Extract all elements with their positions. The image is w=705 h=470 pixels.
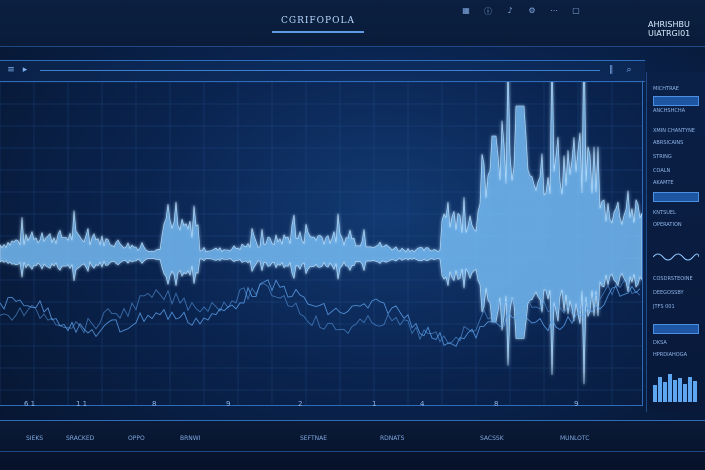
zoom-icon[interactable]: ⌕ [622, 63, 636, 77]
level-bar [668, 374, 672, 402]
panel-field[interactable] [653, 96, 699, 106]
title-underline [272, 31, 364, 33]
pause-icon[interactable]: ∥ [604, 63, 618, 77]
top-icon-bar: ▦ ⓘ ♪ ⚙ ⋯ ▢ [460, 6, 610, 18]
waveform-main [0, 82, 642, 385]
x-tick: 4 [420, 400, 425, 408]
panel-row[interactable]: XMIN CHANTYNE [653, 128, 699, 136]
grid-icon[interactable]: ▦ [460, 6, 472, 18]
footer-item[interactable]: SEFTNAE [300, 435, 327, 442]
footer-divider [0, 451, 705, 452]
level-bar [693, 381, 697, 402]
footer-item[interactable]: SACSSK [480, 435, 504, 442]
level-bar [678, 378, 682, 402]
right-panel: MICHTRAE ANCHSHCHA XMIN CHANTYNE ABRSICA… [646, 72, 705, 412]
x-tick: 2 [298, 400, 303, 408]
panel-field[interactable] [653, 192, 699, 202]
panel-row[interactable]: KNTSUEL [653, 210, 699, 218]
footer-item[interactable]: SIEKS [26, 435, 43, 442]
menu-icon[interactable]: ≡ [4, 63, 18, 77]
panel-field[interactable] [653, 324, 699, 334]
panel-row[interactable]: HPRDIAHOGA [653, 352, 699, 360]
panel-row[interactable]: DKSA [653, 340, 699, 348]
panel-row[interactable]: JTFS 001 [653, 304, 699, 312]
footer-item[interactable]: BRNWI [180, 435, 200, 442]
x-tick: 1 1 [76, 400, 88, 408]
panel-row[interactable]: MICHTRAE [653, 86, 699, 94]
footer-item[interactable]: OPPO [128, 435, 145, 442]
settings-icon[interactable]: ⚙ [526, 6, 538, 18]
x-tick: 8 [494, 400, 499, 408]
level-bar [673, 380, 677, 402]
brand-label: AHRISHBU UIATRGI01 [648, 20, 704, 38]
footer-item[interactable]: RDNATS [380, 435, 404, 442]
waveform-canvas [0, 82, 642, 405]
footer-item[interactable]: SRACKED [66, 435, 94, 442]
timeline-track[interactable] [40, 70, 600, 71]
bell-icon[interactable]: ♪ [504, 6, 516, 18]
app-window: CGRIFOPOLA ▦ ⓘ ♪ ⚙ ⋯ ▢ AHRISHBU UIATRGI0… [0, 0, 705, 470]
x-tick: 6 1 [24, 400, 36, 408]
x-axis: 6 1 1 1 8 9 2 1 4 8 9 [0, 400, 642, 414]
level-meter [653, 372, 699, 402]
info-icon[interactable]: ⓘ [482, 6, 494, 18]
level-bar [683, 384, 687, 402]
x-tick: 9 [226, 400, 231, 408]
panel-row[interactable]: ANCHSHCHA [653, 108, 699, 116]
window-icon[interactable]: ▢ [570, 6, 582, 18]
panel-row[interactable]: ABRSICAINS [653, 140, 699, 148]
top-bar: CGRIFOPOLA ▦ ⓘ ♪ ⚙ ⋯ ▢ AHRISHBU UIATRGI0… [0, 0, 705, 47]
x-tick: 8 [152, 400, 157, 408]
panel-row[interactable]: DEEGOSSBY [653, 290, 699, 298]
footer-bar: SIEKS SRACKED OPPO BRNWI SEFTNAE RDNATS … [0, 420, 705, 470]
level-bar [653, 385, 657, 402]
level-bar [688, 377, 692, 402]
x-tick: 9 [574, 400, 579, 408]
x-tick: 1 [372, 400, 377, 408]
app-title: CGRIFOPOLA [281, 16, 355, 26]
panel-row[interactable]: OPERATION [653, 222, 699, 230]
panel-row[interactable]: COSDRSTEOINE [653, 276, 699, 284]
footer-item[interactable]: MUNLOTC [560, 435, 589, 442]
panel-row[interactable]: COALN [653, 168, 699, 176]
dots-icon[interactable]: ⋯ [548, 6, 560, 18]
waveform-area [0, 82, 642, 385]
level-bar [658, 377, 662, 402]
panel-row[interactable]: STRING [653, 154, 699, 162]
level-bar [663, 382, 667, 402]
mini-waveform-icon [653, 253, 699, 261]
brand-line-2: UIATRGI01 [648, 29, 691, 38]
toolbar: ≡ ▸ ∥ ⌕ [0, 60, 645, 82]
brand-line-1: AHRISHBU [648, 20, 690, 29]
waveform-plot[interactable] [0, 82, 643, 406]
play-icon[interactable]: ▸ [18, 63, 32, 77]
panel-row[interactable]: AKAMTE [653, 180, 699, 188]
